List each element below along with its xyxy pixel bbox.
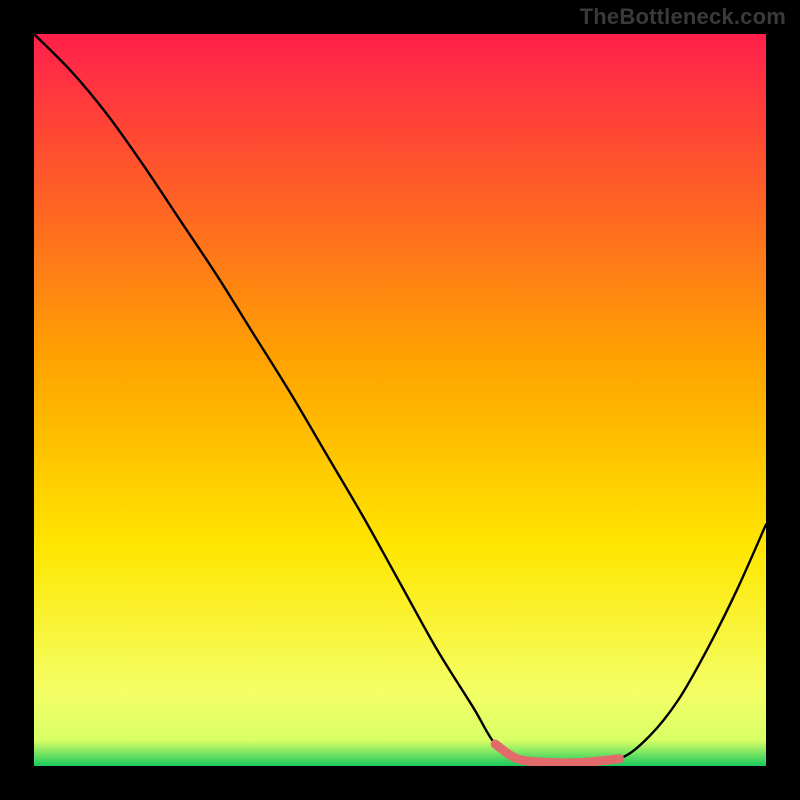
watermark-text: TheBottleneck.com	[580, 4, 786, 30]
gradient-background	[34, 34, 766, 766]
chart-stage: TheBottleneck.com	[0, 0, 800, 800]
bottleneck-chart	[34, 34, 766, 766]
plot-area	[34, 34, 766, 766]
